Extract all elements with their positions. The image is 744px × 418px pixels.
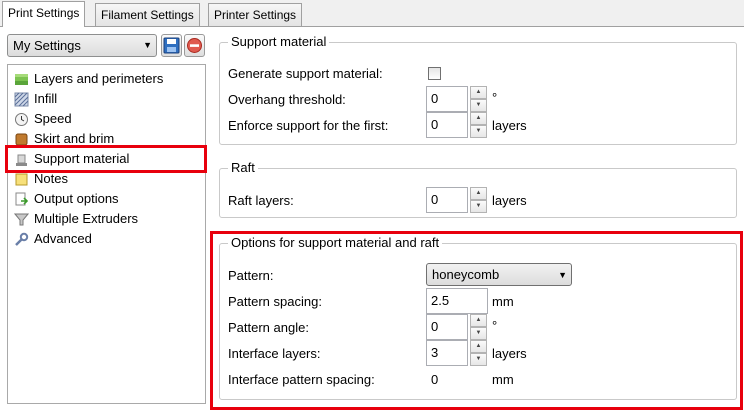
tree-item-notes[interactable]: Notes [12, 170, 68, 190]
chevron-down-icon[interactable]: ▼ [470, 353, 487, 366]
chevron-up-icon[interactable]: ▲ [470, 112, 487, 125]
pattern-angle-input[interactable]: 0 [426, 314, 468, 340]
clock-icon [15, 113, 28, 126]
pattern-angle-label: Pattern angle: [228, 320, 309, 335]
tree-item-label: Output options [34, 191, 119, 206]
pattern-spacing-input[interactable]: 2.5 [426, 288, 488, 314]
group-title: Support material [228, 34, 330, 50]
delete-preset-button[interactable] [184, 34, 205, 57]
interface-layers-unit: layers [492, 346, 527, 361]
tree-item-label: Skirt and brim [34, 131, 115, 146]
tree-item-output-options[interactable]: Output options [12, 190, 119, 210]
group-title: Raft [228, 160, 258, 176]
tree-item-infill[interactable]: Infill [12, 90, 57, 110]
generate-support-checkbox[interactable] [428, 67, 441, 80]
pattern-angle-unit: ° [492, 318, 498, 333]
tree-item-label: Speed [34, 111, 72, 126]
interface-spacing-label: Interface pattern spacing: [228, 372, 375, 387]
wrench-icon [15, 232, 29, 246]
chevron-down-icon[interactable]: ▼ [470, 327, 487, 340]
output-icon [15, 192, 29, 206]
infill-icon [14, 92, 29, 107]
raft-layers-input[interactable]: 0 [426, 187, 468, 213]
interface-layers-label: Interface layers: [228, 346, 321, 361]
enforce-support-unit: layers [492, 118, 527, 133]
selection-highlight [5, 145, 207, 173]
tab-filament-settings[interactable]: Filament Settings [95, 3, 200, 27]
funnel-icon [14, 213, 29, 226]
pattern-spacing-label: Pattern spacing: [228, 294, 322, 309]
tree-item-speed[interactable]: Speed [12, 110, 72, 130]
pattern-select[interactable]: honeycomb ▼ [426, 263, 572, 286]
interface-layers-input[interactable]: 3 [426, 340, 468, 366]
tab-bar: Print Settings Filament Settings Printer… [0, 0, 744, 27]
layers-icon [15, 74, 28, 85]
tree-item-layers-and-perimeters[interactable]: Layers and perimeters [12, 70, 163, 90]
enforce-support-stepper[interactable]: ▲ ▼ [470, 112, 487, 138]
overhang-unit: ° [492, 90, 498, 105]
tree-item-multiple-extruders[interactable]: Multiple Extruders [12, 210, 138, 230]
chevron-up-icon[interactable]: ▲ [470, 187, 487, 200]
raft-layers-stepper[interactable]: ▲ ▼ [470, 187, 487, 213]
chevron-down-icon: ▼ [143, 40, 152, 50]
raft-layers-label: Raft layers: [228, 193, 294, 208]
enforce-support-label: Enforce support for the first: [228, 118, 389, 133]
preset-value: My Settings [13, 38, 81, 53]
preset-select[interactable]: My Settings ▼ [7, 34, 157, 57]
pattern-value: honeycomb [432, 267, 500, 282]
tab-divider [0, 26, 744, 27]
interface-spacing-value[interactable]: 0 [431, 372, 438, 387]
chevron-up-icon[interactable]: ▲ [470, 340, 487, 353]
overhang-threshold-input[interactable]: 0 [426, 86, 468, 112]
tab-print-settings[interactable]: Print Settings [2, 1, 86, 27]
pattern-angle-stepper[interactable]: ▲ ▼ [470, 314, 487, 340]
save-disk-icon [163, 37, 180, 54]
interface-layers-stepper[interactable]: ▲ ▼ [470, 340, 487, 366]
pattern-spacing-unit: mm [492, 294, 514, 309]
tree-item-label: Notes [34, 171, 68, 186]
tree-item-label: Advanced [34, 231, 92, 246]
enforce-support-input[interactable]: 0 [426, 112, 468, 138]
chevron-up-icon[interactable]: ▲ [470, 86, 487, 99]
overhang-threshold-label: Overhang threshold: [228, 92, 346, 107]
chevron-down-icon[interactable]: ▼ [470, 200, 487, 213]
tree-item-label: Infill [34, 91, 58, 106]
delete-red-icon [187, 38, 202, 53]
chevron-down-icon[interactable]: ▼ [470, 99, 487, 112]
tree-item-label: Multiple Extruders [34, 211, 139, 226]
save-preset-button[interactable] [161, 34, 182, 57]
tree-item-label: Layers and perimeters [34, 71, 164, 86]
chevron-down-icon: ▼ [558, 270, 567, 280]
tab-printer-settings[interactable]: Printer Settings [208, 3, 303, 27]
chevron-up-icon[interactable]: ▲ [470, 314, 487, 327]
interface-spacing-unit: mm [492, 372, 514, 387]
raft-layers-unit: layers [492, 193, 527, 208]
overhang-threshold-stepper[interactable]: ▲ ▼ [470, 86, 487, 112]
tree-item-advanced[interactable]: Advanced [12, 230, 92, 250]
chevron-down-icon[interactable]: ▼ [470, 125, 487, 138]
note-icon [15, 173, 28, 186]
settings-category-tree: Layers and perimeters Infill Speed Skirt… [7, 64, 206, 404]
pattern-label: Pattern: [228, 268, 274, 283]
generate-support-label: Generate support material: [228, 66, 383, 81]
